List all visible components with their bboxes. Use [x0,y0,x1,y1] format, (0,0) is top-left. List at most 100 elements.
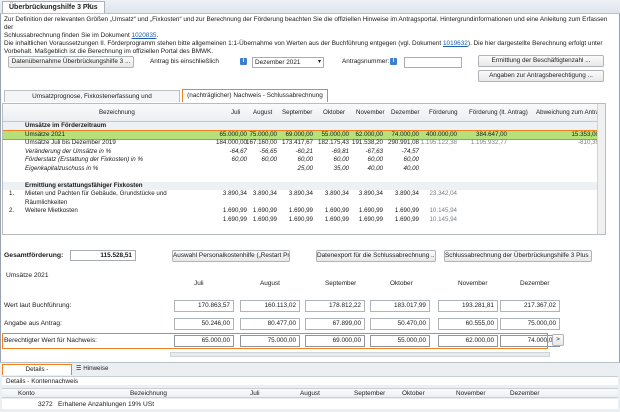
personalkostenhilfe-button[interactable]: Auswahl Personalkostenhilfe („Restart Pr… [172,250,290,262]
row-value: 40,00 [367,164,383,172]
month-header: August [260,280,280,287]
col-foerderung[interactable]: Förderung [429,109,458,116]
details-column-header[interactable]: Bezeichnung [130,390,167,397]
foerderung-grid: Bezeichnung Juli August September Oktobe… [2,103,606,235]
table-row[interactable] [3,173,605,182]
info-icon[interactable]: i [390,58,397,65]
schlussabrechnung-button[interactable]: Schlussabrechnung der Überbrückungshilfe… [444,250,592,262]
details-column-header[interactable]: Juli [250,390,260,397]
col-oktober[interactable]: Oktober [323,109,345,116]
details-column-header[interactable]: August [300,390,320,397]
row-value: 1.690,99 [252,207,277,214]
antrag-select-value: Dezember 2021 [255,59,301,66]
tab-schlussabrechnung[interactable]: (nachträglicher) Nachweis - Schlussabrec… [182,89,328,102]
row-value: 1.195.932,77 [470,139,507,146]
row-value: 60,00 [403,156,419,163]
row-label: Räumlichkeiten [25,198,68,206]
row-value: 1.690,99 [252,215,277,223]
table-row[interactable]: Umsätze im Förderzeitraum [3,122,605,131]
document-tab-title: Überbrückungshilfe 3 Plus [9,4,98,11]
chevron-down-icon: ▾ [317,59,321,65]
table-row[interactable]: Ermittlung erstattungsfähiger Fixkosten [3,181,605,190]
antrag-select[interactable]: Dezember 2021 ▾ [252,57,324,68]
horizontal-scrollbar[interactable] [170,352,550,357]
row-value: 35,00 [333,164,349,172]
vertical-scrollbar[interactable] [597,104,605,234]
col-foerderung-antrag[interactable]: Förderung (lt. Antrag) [469,109,528,116]
details-subtitle: Details - Kontennachweis [2,376,618,385]
row-value: 3.890,34 [358,190,383,197]
table-row[interactable]: 2. Weitere Mietkosten 1.690,99 1.690,99 1.69… [3,207,605,216]
lower-value-field: 183.017,99 [370,300,430,312]
row-value: 75.000,00 [249,130,277,138]
col-august[interactable]: August [253,109,272,116]
table-row[interactable]: Umsätze Juli bis Dezember 2019 184.000,00… [3,139,605,148]
gesamtfoerderung-label: Gesamtförderung: [4,252,64,259]
row-value: 1.690,99 [288,215,313,223]
col-bezeichnung[interactable]: Bezeichnung [99,109,135,116]
gesamtfoerderung-value: 115.528,51 [70,250,136,261]
details-column-header[interactable]: Oktober [402,390,425,397]
row-value: 182.175,43 [318,139,349,146]
row-value: 60,00 [297,156,313,163]
col-november[interactable]: November [356,109,385,116]
close-icon[interactable]: ✕ [86,2,93,11]
angaben-antragsberechtigung-button[interactable]: Angaben zur Antragsberechtigung ... [478,70,604,82]
lower-value-field: 160.113,02 [240,300,300,312]
details-column-header[interactable]: Konto [18,390,35,397]
document-link-1019632[interactable]: 1019632 [443,40,468,47]
datenuebernahme-button[interactable]: Datenübernahme Überbrückungshilfe 3 ... [8,56,134,68]
arrow-right-button[interactable]: > [552,334,564,346]
info-text: Zur Definition der relevanten Größen „Um… [4,16,616,56]
row-label: Eigenkapitalzuschuss in % [25,164,99,172]
table-row[interactable]: Eigenkapitalzuschuss in % 25,00 35,00 40,00… [3,165,605,174]
col-abweichung[interactable]: Abweichung zum Antrag [536,109,603,116]
table-row[interactable]: Räumlichkeiten [3,199,605,208]
row-value: -56,65 [259,147,277,155]
row-label: Ermittlung erstattungsfähiger Fixkosten [25,181,143,189]
row-value: 3.890,34 [222,190,247,197]
row-value: 23.342,04 [429,190,457,197]
info-line-1: Zur Definition der relevanten Größen „Um… [4,16,608,31]
table-row[interactable]: Umsätze 2021 65.000,00 75.000,00 69.000,00 5… [3,129,605,140]
col-juli[interactable]: Juli [231,109,240,116]
lower-section-title: Umsätze 2021 [6,272,49,279]
table-row[interactable]: 1.690,99 1.690,99 1.690,99 1.690,99 1.690,99… [3,216,605,225]
row-value: 60,00 [261,156,277,163]
row-value: 15.353,00 [571,130,599,138]
details-column-header[interactable]: Dezember [510,390,539,397]
row-value: 60,00 [367,156,383,163]
antrag-label: Antrag bis einschließlich [150,58,219,65]
table-row[interactable]: 1. Mieten und Pachten für Gebäude, Grunds… [3,190,605,199]
row-label: Umsätze 2021 [25,130,65,138]
lower-row-label: Wert laut Buchführung: [4,302,72,309]
details-column-header[interactable]: September [354,390,385,397]
row-value: 290.991,08 [388,139,419,146]
berechtigter-wert-highlight [2,333,548,349]
datenexport-button[interactable]: Datenexport für die Schlussabrechnung ..… [316,250,436,262]
col-dezember[interactable]: Dezember [391,109,420,116]
row-value: 1.690,99 [358,207,383,214]
table-row[interactable]: Veränderung der Umsätze in % -64,67 -56,65… [3,148,605,157]
info-icon[interactable]: i [240,58,247,65]
table-row[interactable]: Förderstatz (Erstattung der Fixkosten) i… [3,156,605,165]
row-value: 60,00 [333,156,349,163]
row-value: 3.890,34 [288,190,313,197]
tab-umsatzprognose[interactable]: Umsatzprognose, Fixkostenerfassung und F… [4,90,180,111]
details-row[interactable]: 3272 Erhaltene Anzahlungen 19% USt [2,399,618,409]
month-header: September [325,280,357,287]
details-column-header[interactable]: November [456,390,485,397]
row-value: -74,57 [401,147,419,155]
row-value: -67,63 [365,147,383,155]
document-link-1020835[interactable]: 1020835 [132,32,157,39]
ermittlung-beschaeftigte-button[interactable]: Ermittlung der Beschäftigtenzahl ... [478,55,604,67]
antragsnummer-input[interactable] [404,57,462,68]
tab-hinweise[interactable]: ☰ Hinweise [76,365,108,372]
row-value: -810,39 [578,139,599,146]
tab-details-kontennachweis[interactable]: Details - Kontennachweis [2,364,72,383]
row-value: 167.160,00 [246,139,277,146]
info-line-2: Schlussabrechnung finden Sie im Dokument… [4,32,159,39]
lower-value-field: 67.899,00 [305,318,365,330]
col-september[interactable]: September [282,109,312,116]
row-value: -69,81 [331,147,349,155]
